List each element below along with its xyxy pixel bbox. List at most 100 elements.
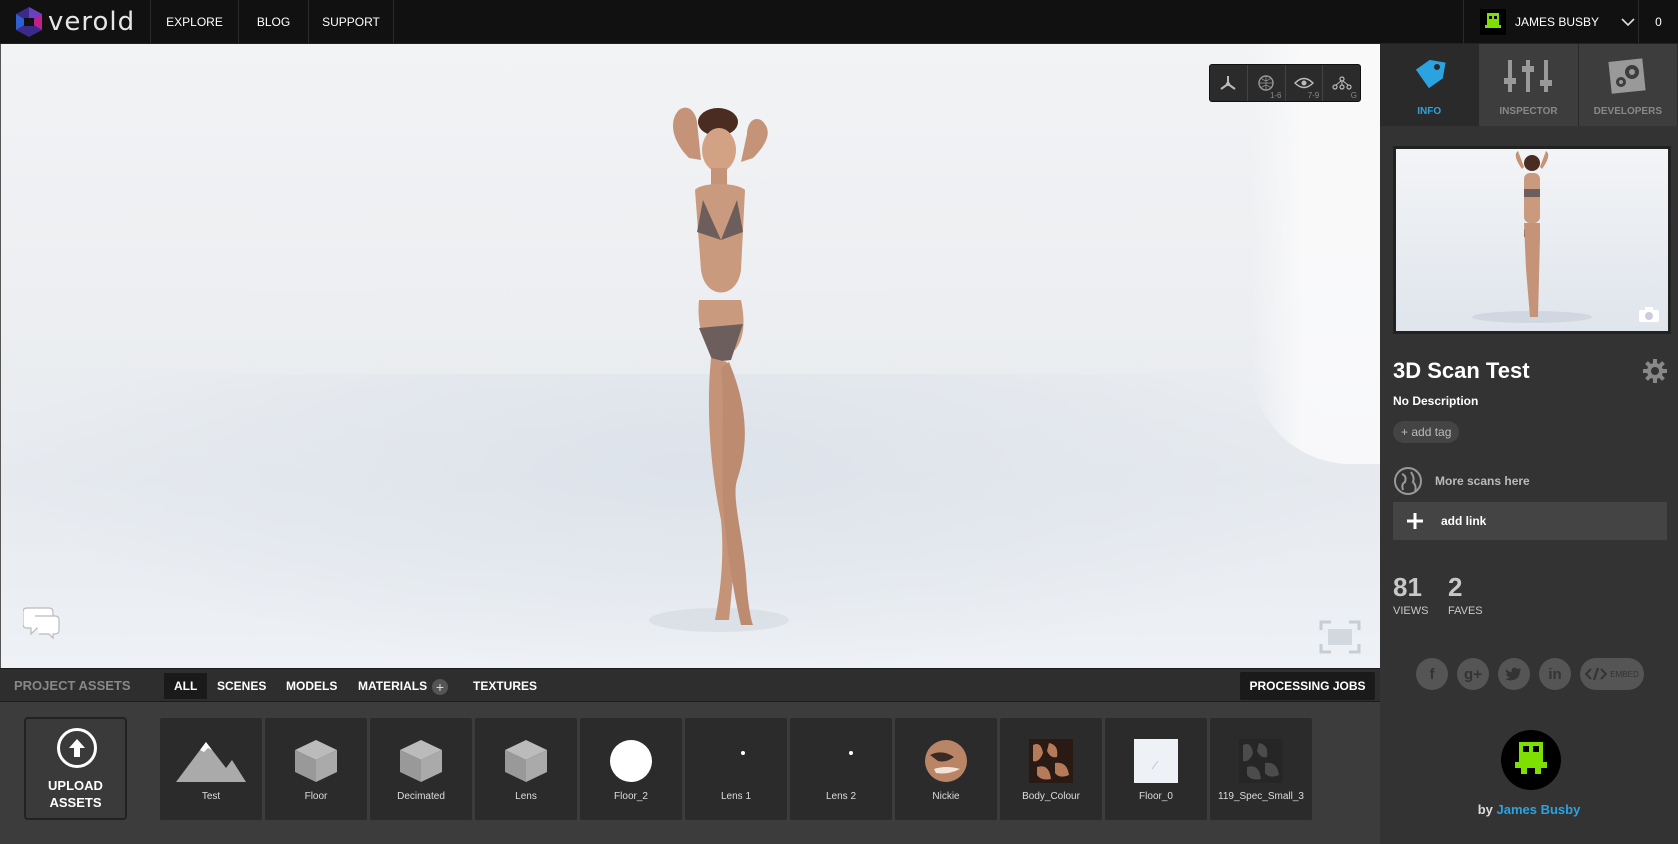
byline-prefix: by (1477, 802, 1493, 817)
tag-icon (1380, 56, 1478, 96)
processing-jobs-button[interactable]: PROCESSING JOBS (1240, 672, 1375, 700)
dot-icon (816, 738, 866, 784)
viewer-tool-graph[interactable]: G (1323, 65, 1360, 101)
asset-label: Body_Colour (1022, 791, 1080, 802)
linkedin-icon[interactable]: in (1539, 658, 1571, 690)
tab-inspector[interactable]: INSPECTOR (1479, 44, 1579, 126)
asset-card[interactable]: 119_Spec_Small_3 (1210, 718, 1312, 820)
brand-name: verold (48, 7, 136, 37)
views-stat: 81 VIEWS (1393, 572, 1428, 617)
project-title: 3D Scan Test (1393, 358, 1530, 383)
panel-tabs: INFO INSPECTOR DEVELOPERS (1380, 44, 1678, 126)
camera-icon[interactable] (1638, 307, 1660, 323)
3d-viewport[interactable]: 1-6 7-9 G (0, 44, 1380, 668)
upload-arrow-icon (57, 728, 97, 768)
asset-tab-models[interactable]: MODELS (276, 673, 347, 699)
asset-card[interactable]: Body_Colour (1000, 718, 1102, 820)
author-byline: by James Busby (1380, 802, 1678, 817)
facebook-icon[interactable]: f (1416, 658, 1448, 690)
social-share-bar: f g+ in EMBED (1416, 658, 1644, 690)
asset-card[interactable]: Lens (475, 718, 577, 820)
asset-tab-textures[interactable]: TEXTURES (463, 673, 547, 699)
texture-thumb (1131, 738, 1181, 784)
gear-icon[interactable] (1642, 358, 1668, 384)
code-icon (1585, 667, 1608, 681)
chevron-down-icon[interactable] (1621, 17, 1635, 27)
author-link[interactable]: James Busby (1496, 802, 1580, 817)
notification-count[interactable]: 0 (1639, 0, 1678, 44)
views-label: VIEWS (1393, 605, 1429, 617)
asset-label: Lens 1 (720, 791, 752, 802)
plus-icon (1407, 513, 1423, 529)
asset-tab-all[interactable]: ALL (164, 673, 208, 699)
asset-label: Floor (304, 791, 328, 802)
upload-label-line1: UPLOAD (48, 778, 103, 793)
asset-label: Lens 2 (825, 791, 857, 802)
viewer-tool-view[interactable]: 7-9 (1286, 65, 1324, 101)
project-link-label: More scans here (1435, 474, 1530, 488)
gears-icon (1579, 56, 1677, 96)
nav-support[interactable]: SUPPORT (308, 0, 394, 44)
globe-icon (1394, 467, 1422, 495)
shortcut-key: 1-6 (1269, 91, 1282, 100)
scene-thumbnail[interactable] (1393, 146, 1671, 334)
asset-card[interactable]: Decimated (370, 718, 472, 820)
viewer-tool-axes[interactable] (1210, 65, 1248, 101)
user-avatar (1480, 9, 1506, 35)
add-link-button[interactable]: add link (1393, 502, 1667, 540)
project-link[interactable]: More scans here (1393, 464, 1667, 498)
sphere-icon (1258, 75, 1274, 91)
tab-developers[interactable]: DEVELOPERS (1579, 44, 1678, 126)
cube-icon (501, 738, 551, 784)
shortcut-key: 7-9 (1307, 91, 1320, 100)
cube-icon (396, 738, 446, 784)
asset-card[interactable]: Floor_0 (1105, 718, 1207, 820)
twitter-icon[interactable] (1498, 658, 1530, 690)
upload-label-line2: ASSETS (49, 795, 102, 810)
asset-card[interactable]: Lens 1 (685, 718, 787, 820)
asset-tab-materials[interactable]: MATERIALS (348, 673, 437, 699)
nav-explore[interactable]: EXPLORE (150, 0, 238, 44)
asset-card[interactable]: Nickie (895, 718, 997, 820)
add-material-icon[interactable]: + (432, 679, 448, 695)
faves-label: FAVES (1448, 605, 1483, 617)
embed-button[interactable]: EMBED (1580, 658, 1644, 690)
add-tag-button[interactable]: + add tag (1393, 421, 1460, 443)
mountain-icon (176, 738, 246, 784)
asset-card[interactable]: Lens 2 (790, 718, 892, 820)
asset-tab-scenes[interactable]: SCENES (207, 673, 276, 699)
views-count: 81 (1393, 572, 1422, 602)
shortcut-key: G (1350, 91, 1357, 100)
white-sphere-icon (606, 738, 656, 784)
comment-icon[interactable] (23, 604, 61, 640)
add-link-label: add link (1441, 514, 1487, 528)
upload-assets-button[interactable]: UPLOAD ASSETS (24, 717, 127, 820)
user-menu[interactable]: JAMES BUSBY (1463, 0, 1639, 44)
asset-label: Lens (515, 791, 537, 802)
asset-card[interactable]: Test (160, 718, 262, 820)
asset-label: 119_Spec_Small_3 (1218, 791, 1304, 802)
embed-label: EMBED (1610, 669, 1639, 679)
axes-icon (1220, 76, 1236, 90)
nav-blog[interactable]: BLOG (238, 0, 308, 44)
dot-icon (711, 738, 761, 784)
tab-info[interactable]: INFO (1380, 44, 1480, 126)
info-panel: INFO INSPECTOR DEVELOPERS 3D Scan Test N… (1380, 44, 1678, 844)
texture-thumb (1236, 738, 1286, 784)
author-avatar[interactable] (1501, 730, 1561, 790)
skin-sphere-icon (921, 738, 971, 784)
scanned-model (649, 107, 789, 632)
verold-logo[interactable]: verold (14, 5, 135, 39)
faves-count: 2 (1448, 572, 1463, 602)
asset-card[interactable]: Floor_2 (580, 718, 682, 820)
viewer-toolbar: 1-6 7-9 G (1209, 64, 1361, 102)
fullscreen-icon[interactable] (1319, 620, 1361, 654)
asset-label: Decimated (397, 791, 445, 802)
project-description: No Description (1393, 394, 1479, 408)
viewer-tool-shading[interactable]: 1-6 (1248, 65, 1286, 101)
texture-thumb (1026, 738, 1076, 784)
asset-card[interactable]: Floor (265, 718, 367, 820)
upload-label: UPLOAD ASSETS (26, 777, 125, 811)
hexagon-logo-icon (16, 7, 42, 37)
google-plus-icon[interactable]: g+ (1457, 658, 1489, 690)
